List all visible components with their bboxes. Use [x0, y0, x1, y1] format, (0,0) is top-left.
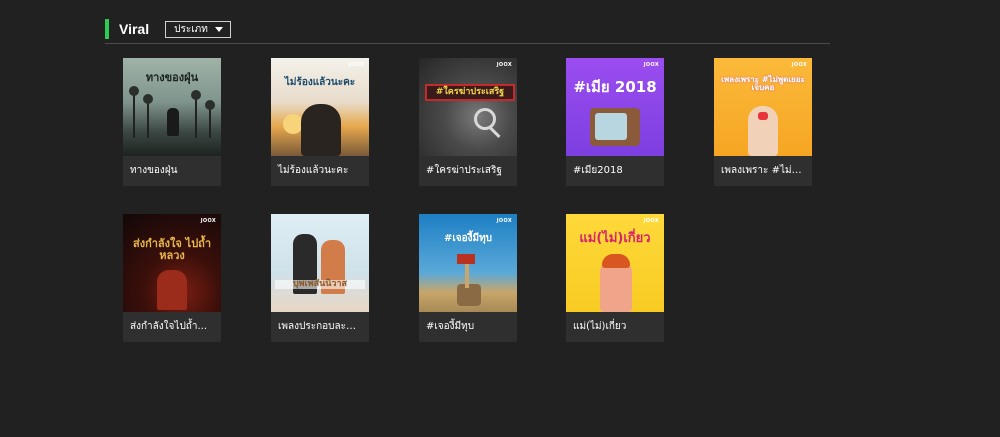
- playlist-card[interactable]: JOOX #เมีย 2018 #เมีย2018: [566, 58, 664, 186]
- cover-title: เพลงเพราะ #ไม่พูดเยอะเจ็บคอ: [721, 75, 805, 93]
- playlist-title[interactable]: ส่งกำลังใจไปถ้ำ...: [123, 312, 221, 342]
- playlist-cover[interactable]: JOOX แม่(ไม่)เกี่ยว: [566, 214, 664, 312]
- magnifier-graphic: [474, 108, 496, 130]
- playlist-cover[interactable]: JOOX #ใครฆ่าประเสริฐ: [419, 58, 517, 156]
- joox-logo: JOOX: [643, 218, 659, 224]
- section-header: Viral ประเภท: [105, 15, 830, 43]
- cover-title: ส่งกำลังใจ ไปถ้ำหลวง: [132, 237, 212, 262]
- joox-logo: JOOX: [496, 218, 512, 224]
- tree-graphic: [129, 86, 139, 138]
- cover-title: ทางของฝุ่น: [145, 71, 199, 84]
- playlist-card[interactable]: JOOX ส่งกำลังใจ ไปถ้ำหลวง ส่งกำลังใจไปถ้…: [123, 214, 221, 342]
- cover-title: ไม่ร้องแล้วนะคะ: [284, 77, 356, 88]
- cover-title: #ใครฆ่าประเสริฐ: [425, 84, 515, 102]
- monk-graphic: [157, 270, 187, 310]
- playlist-title[interactable]: เพลงประกอบละค...: [271, 312, 369, 342]
- cover-title: #เมีย 2018: [573, 78, 657, 96]
- section-accent-bar: [105, 19, 109, 39]
- playlist-cover[interactable]: JOOX ไม่ร้องแล้วนะคะ: [271, 58, 369, 156]
- playlist-card[interactable]: บุพเพสันนิวาส เพลงประกอบละค...: [271, 214, 369, 342]
- playlist-card[interactable]: JOOX ไม่ร้องแล้วนะคะ ไม่ร้องแล้วนะคะ: [271, 58, 369, 186]
- tree-graphic: [205, 100, 215, 138]
- playlist-title[interactable]: แม่(ไม่)เกี่ยว: [566, 312, 664, 342]
- playlist-card[interactable]: ทางของฝุ่น ทางของฝุ่น: [123, 58, 221, 186]
- joox-logo: JOOX: [791, 62, 807, 68]
- playlist-title[interactable]: #ใครฆ่าประเสริฐ: [419, 156, 517, 186]
- playlist-title[interactable]: #เจองี้มีทุบ: [419, 312, 517, 342]
- stump-graphic: [457, 284, 481, 306]
- joox-logo: JOOX: [643, 62, 659, 68]
- cover-title: #เจองี้มีทุบ: [443, 233, 493, 244]
- playlist-cover[interactable]: JOOX #เมีย 2018: [566, 58, 664, 156]
- category-dropdown-label: ประเภท: [174, 23, 208, 35]
- playlist-cover[interactable]: JOOX ส่งกำลังใจ ไปถ้ำหลวง: [123, 214, 221, 312]
- joox-logo: JOOX: [348, 62, 364, 68]
- viral-page: Viral ประเภท ทางของฝุ่น ทางของฝุ่น JOOX …: [0, 0, 1000, 437]
- cover-title: บุพเพสันนิวาส: [275, 279, 365, 290]
- playlist-cover[interactable]: JOOX เพลงเพราะ #ไม่พูดเยอะเจ็บคอ: [714, 58, 812, 156]
- section-divider: [105, 43, 830, 44]
- couple-graphic: [301, 104, 341, 156]
- playlist-title[interactable]: ทางของฝุ่น: [123, 156, 221, 186]
- tree-graphic: [191, 90, 201, 138]
- playlist-card[interactable]: JOOX เพลงเพราะ #ไม่พูดเยอะเจ็บคอ เพลงเพร…: [714, 58, 812, 186]
- caret-down-icon: [214, 26, 223, 32]
- playlist-card[interactable]: JOOX #เจองี้มีทุบ #เจองี้มีทุบ: [419, 214, 517, 342]
- cover-title: แม่(ไม่)เกี่ยว: [579, 231, 651, 246]
- sun-graphic: [283, 114, 303, 134]
- tv-graphic: [590, 108, 640, 146]
- tree-graphic: [143, 94, 153, 138]
- playlist-card[interactable]: JOOX #ใครฆ่าประเสริฐ #ใครฆ่าประเสริฐ: [419, 58, 517, 186]
- playlist-cover[interactable]: JOOX #เจองี้มีทุบ: [419, 214, 517, 312]
- axe-graphic: [457, 254, 475, 288]
- joox-logo: JOOX: [496, 62, 512, 68]
- playlist-title[interactable]: เพลงเพราะ #ไม่พู...: [714, 156, 812, 186]
- section-title: Viral: [119, 21, 150, 37]
- category-dropdown[interactable]: ประเภท: [165, 20, 231, 38]
- heart-graphic: [758, 112, 768, 120]
- hair-graphic: [602, 254, 630, 268]
- joox-logo: JOOX: [200, 218, 216, 224]
- playlist-title[interactable]: #เมีย2018: [566, 156, 664, 186]
- playlist-cover[interactable]: ทางของฝุ่น: [123, 58, 221, 156]
- playlist-title[interactable]: ไม่ร้องแล้วนะคะ: [271, 156, 369, 186]
- playlist-card[interactable]: JOOX แม่(ไม่)เกี่ยว แม่(ไม่)เกี่ยว: [566, 214, 664, 342]
- playlist-cover[interactable]: บุพเพสันนิวาส: [271, 214, 369, 312]
- silhouette-graphic: [167, 108, 179, 136]
